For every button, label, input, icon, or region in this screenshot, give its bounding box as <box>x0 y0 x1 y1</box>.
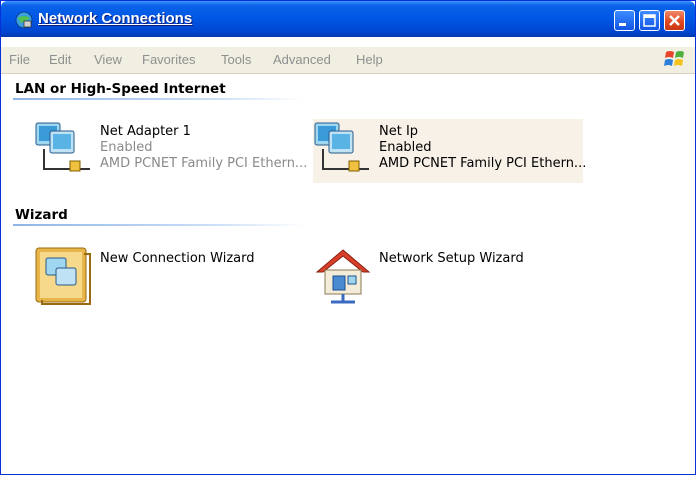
window-title: Network Connections <box>38 10 193 27</box>
menu-advanced[interactable]: Advanced <box>273 52 331 67</box>
new-connection-wizard[interactable]: New Connection Wizard <box>34 246 304 310</box>
network-connections-window: Network Connections File Edit View Favor… <box>0 0 696 475</box>
lan-connection-icon <box>314 122 369 172</box>
connection-status: Enabled <box>100 140 153 155</box>
connection-name: Net Ip <box>379 124 419 139</box>
maximize-icon <box>643 14 656 27</box>
menu-bar: File Edit View Favorites Tools Advanced … <box>1 47 695 74</box>
close-icon <box>669 15 680 26</box>
connection-device: AMD PCNET Family PCI Ethern... <box>379 156 587 171</box>
connection-text: Net Ip Enabled AMD PCNET Family PCI Ethe… <box>379 124 586 172</box>
wizard-name: New Connection Wizard <box>100 251 255 266</box>
group-divider <box>13 98 305 100</box>
minimize-icon <box>619 23 626 26</box>
connection-net-ip[interactable]: Net Ip Enabled AMD PCNET Family PCI Ethe… <box>313 119 586 183</box>
wizard-text: New Connection Wizard <box>100 251 255 267</box>
connection-status: Enabled <box>379 140 432 155</box>
menu-view[interactable]: View <box>94 52 122 67</box>
wizard-name: Network Setup Wizard <box>379 251 524 266</box>
connection-text: Net Adapter 1 Enabled AMD PCNET Family P… <box>100 124 307 172</box>
connection-net-adapter-1[interactable]: Net Adapter 1 Enabled AMD PCNET Family P… <box>34 119 307 183</box>
connection-device: AMD PCNET Family PCI Ethern... <box>100 156 308 171</box>
menu-help[interactable]: Help <box>356 52 383 67</box>
maximize-button[interactable] <box>639 10 660 31</box>
lan-connection-icon <box>35 122 90 172</box>
network-globe-icon <box>15 11 33 29</box>
minimize-button[interactable] <box>614 10 635 31</box>
title-bar[interactable]: Network Connections <box>1 1 695 37</box>
menu-file[interactable]: File <box>9 52 30 67</box>
group-divider <box>13 224 305 226</box>
new-connection-wizard-icon <box>35 247 91 305</box>
group-header-lan: LAN or High-Speed Internet <box>15 81 226 97</box>
network-setup-wizard[interactable]: Network Setup Wizard <box>313 246 583 310</box>
windows-logo-icon <box>664 51 684 66</box>
group-header-wizard: Wizard <box>15 207 68 223</box>
network-setup-house-icon <box>315 249 371 304</box>
close-button[interactable] <box>664 10 685 31</box>
connection-name: Net Adapter 1 <box>100 124 191 139</box>
wizard-text: Network Setup Wizard <box>379 251 524 267</box>
menu-favorites[interactable]: Favorites <box>142 52 195 67</box>
menu-edit[interactable]: Edit <box>49 52 71 67</box>
menu-tools[interactable]: Tools <box>221 52 251 67</box>
